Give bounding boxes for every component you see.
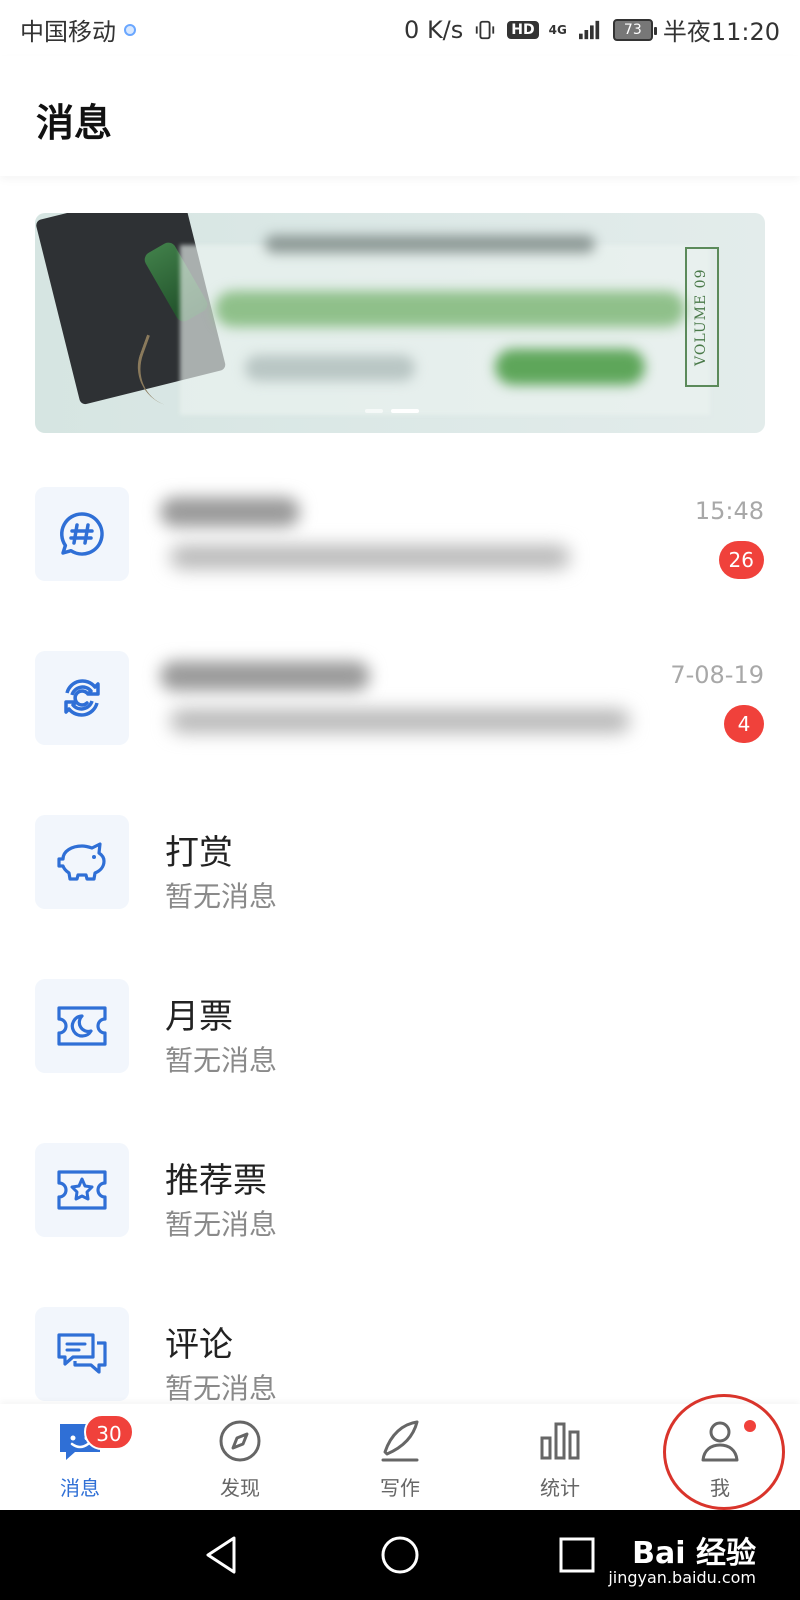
- moon-ticket-icon: [57, 1006, 107, 1046]
- vibrate-icon: [476, 20, 495, 39]
- blurred-message-title: [160, 497, 300, 527]
- banner-blurred-title: [215, 291, 685, 327]
- promo-banner[interactable]: VOLUME 09: [35, 213, 765, 433]
- quill-icon: [381, 1420, 419, 1462]
- banner-pagination: [365, 409, 419, 413]
- blurred-message-preview: [170, 545, 570, 569]
- signal-icon: [578, 20, 599, 39]
- message-title: 评论: [165, 1325, 233, 1365]
- tab-write[interactable]: 写作: [350, 1418, 450, 1508]
- message-title: 月票: [165, 997, 233, 1037]
- blurred-message-title: [160, 661, 370, 691]
- message-subtitle: 暂无消息: [165, 1044, 278, 1077]
- banner-page-dot[interactable]: [365, 409, 383, 413]
- piggy-bank-icon: [57, 842, 106, 881]
- message-title: 打赏: [165, 833, 233, 873]
- banner-volume-label: VOLUME 09: [685, 247, 719, 387]
- blurred-message-preview: [170, 709, 630, 733]
- message-subtitle: 暂无消息: [165, 1208, 278, 1241]
- tab-label: 发现: [220, 1476, 260, 1500]
- message-icon-wrap: [35, 651, 129, 745]
- page-header: 消息: [0, 56, 800, 176]
- carrier-label: 中国移动: [20, 18, 116, 46]
- tab-label: 统计: [540, 1476, 580, 1500]
- watermark-url: jingyan.baidu.com: [608, 1568, 756, 1587]
- banner-cta-button: [495, 349, 645, 385]
- home-icon[interactable]: [375, 1530, 425, 1580]
- message-time: 15:48: [694, 497, 764, 525]
- message-item-recommend-ticket[interactable]: 推荐票 暂无消息: [0, 1143, 800, 1307]
- message-icon-wrap: [35, 1307, 129, 1401]
- message-icon-wrap: [35, 1143, 129, 1237]
- annotation-circle: [663, 1394, 785, 1510]
- tab-label: 写作: [380, 1476, 420, 1500]
- message-time: 7-08-19: [670, 661, 764, 689]
- message-item-update[interactable]: 7-08-19 4: [0, 651, 800, 815]
- refresh-c-icon: [64, 679, 100, 717]
- network-type: 4G: [548, 22, 567, 37]
- tab-stats[interactable]: 统计: [510, 1418, 610, 1508]
- back-icon[interactable]: [198, 1530, 248, 1580]
- star-ticket-icon: [57, 1170, 107, 1210]
- banner-blurred-headline: [265, 235, 595, 253]
- recents-icon[interactable]: [552, 1530, 602, 1580]
- comment-bubbles-icon: [57, 1333, 107, 1374]
- message-icon-wrap: [35, 979, 129, 1073]
- status-left: 中国移动: [20, 12, 136, 47]
- tab-messages[interactable]: 消息 30: [30, 1414, 134, 1508]
- location-icon: [124, 23, 136, 36]
- tab-discover[interactable]: 发现: [190, 1418, 290, 1508]
- message-title: 推荐票: [165, 1161, 267, 1201]
- message-item-reward[interactable]: 打赏 暂无消息: [0, 815, 800, 979]
- system-nav-bar: Bai 经验 jingyan.baidu.com: [0, 1510, 800, 1600]
- message-subtitle: 暂无消息: [165, 1372, 278, 1405]
- hashtag-chat-icon: [60, 512, 104, 556]
- status-bar: 中国移动 0 K/s HD 4G 73 半夜11:20: [0, 0, 800, 56]
- unread-badge: 26: [718, 541, 764, 579]
- banner-blurred-subtitle: [245, 355, 415, 381]
- message-item-monthly-ticket[interactable]: 月票 暂无消息: [0, 979, 800, 1143]
- message-item-topic[interactable]: 15:48 26: [0, 487, 800, 651]
- tab-unread-badge: 30: [84, 1414, 134, 1450]
- banner-page-dot-active[interactable]: [391, 409, 419, 413]
- page-title: 消息: [36, 101, 113, 145]
- battery-icon: 73: [612, 18, 657, 41]
- watermark-brand: Bai 经验: [632, 1536, 756, 1571]
- compass-icon: [219, 1420, 261, 1462]
- message-subtitle: 暂无消息: [165, 880, 278, 913]
- banner-card: [180, 245, 710, 415]
- network-speed: 0 K/s: [404, 15, 464, 44]
- message-icon-wrap: [35, 815, 129, 909]
- clock: 半夜11:20: [662, 18, 780, 46]
- unread-badge: 4: [724, 705, 764, 743]
- hd-icon: HD: [507, 20, 539, 39]
- message-icon-wrap: [35, 487, 129, 581]
- bar-chart-icon: [540, 1422, 580, 1460]
- tab-label: 消息: [60, 1476, 100, 1500]
- status-right: 0 K/s HD 4G 73 半夜11:20: [404, 12, 780, 47]
